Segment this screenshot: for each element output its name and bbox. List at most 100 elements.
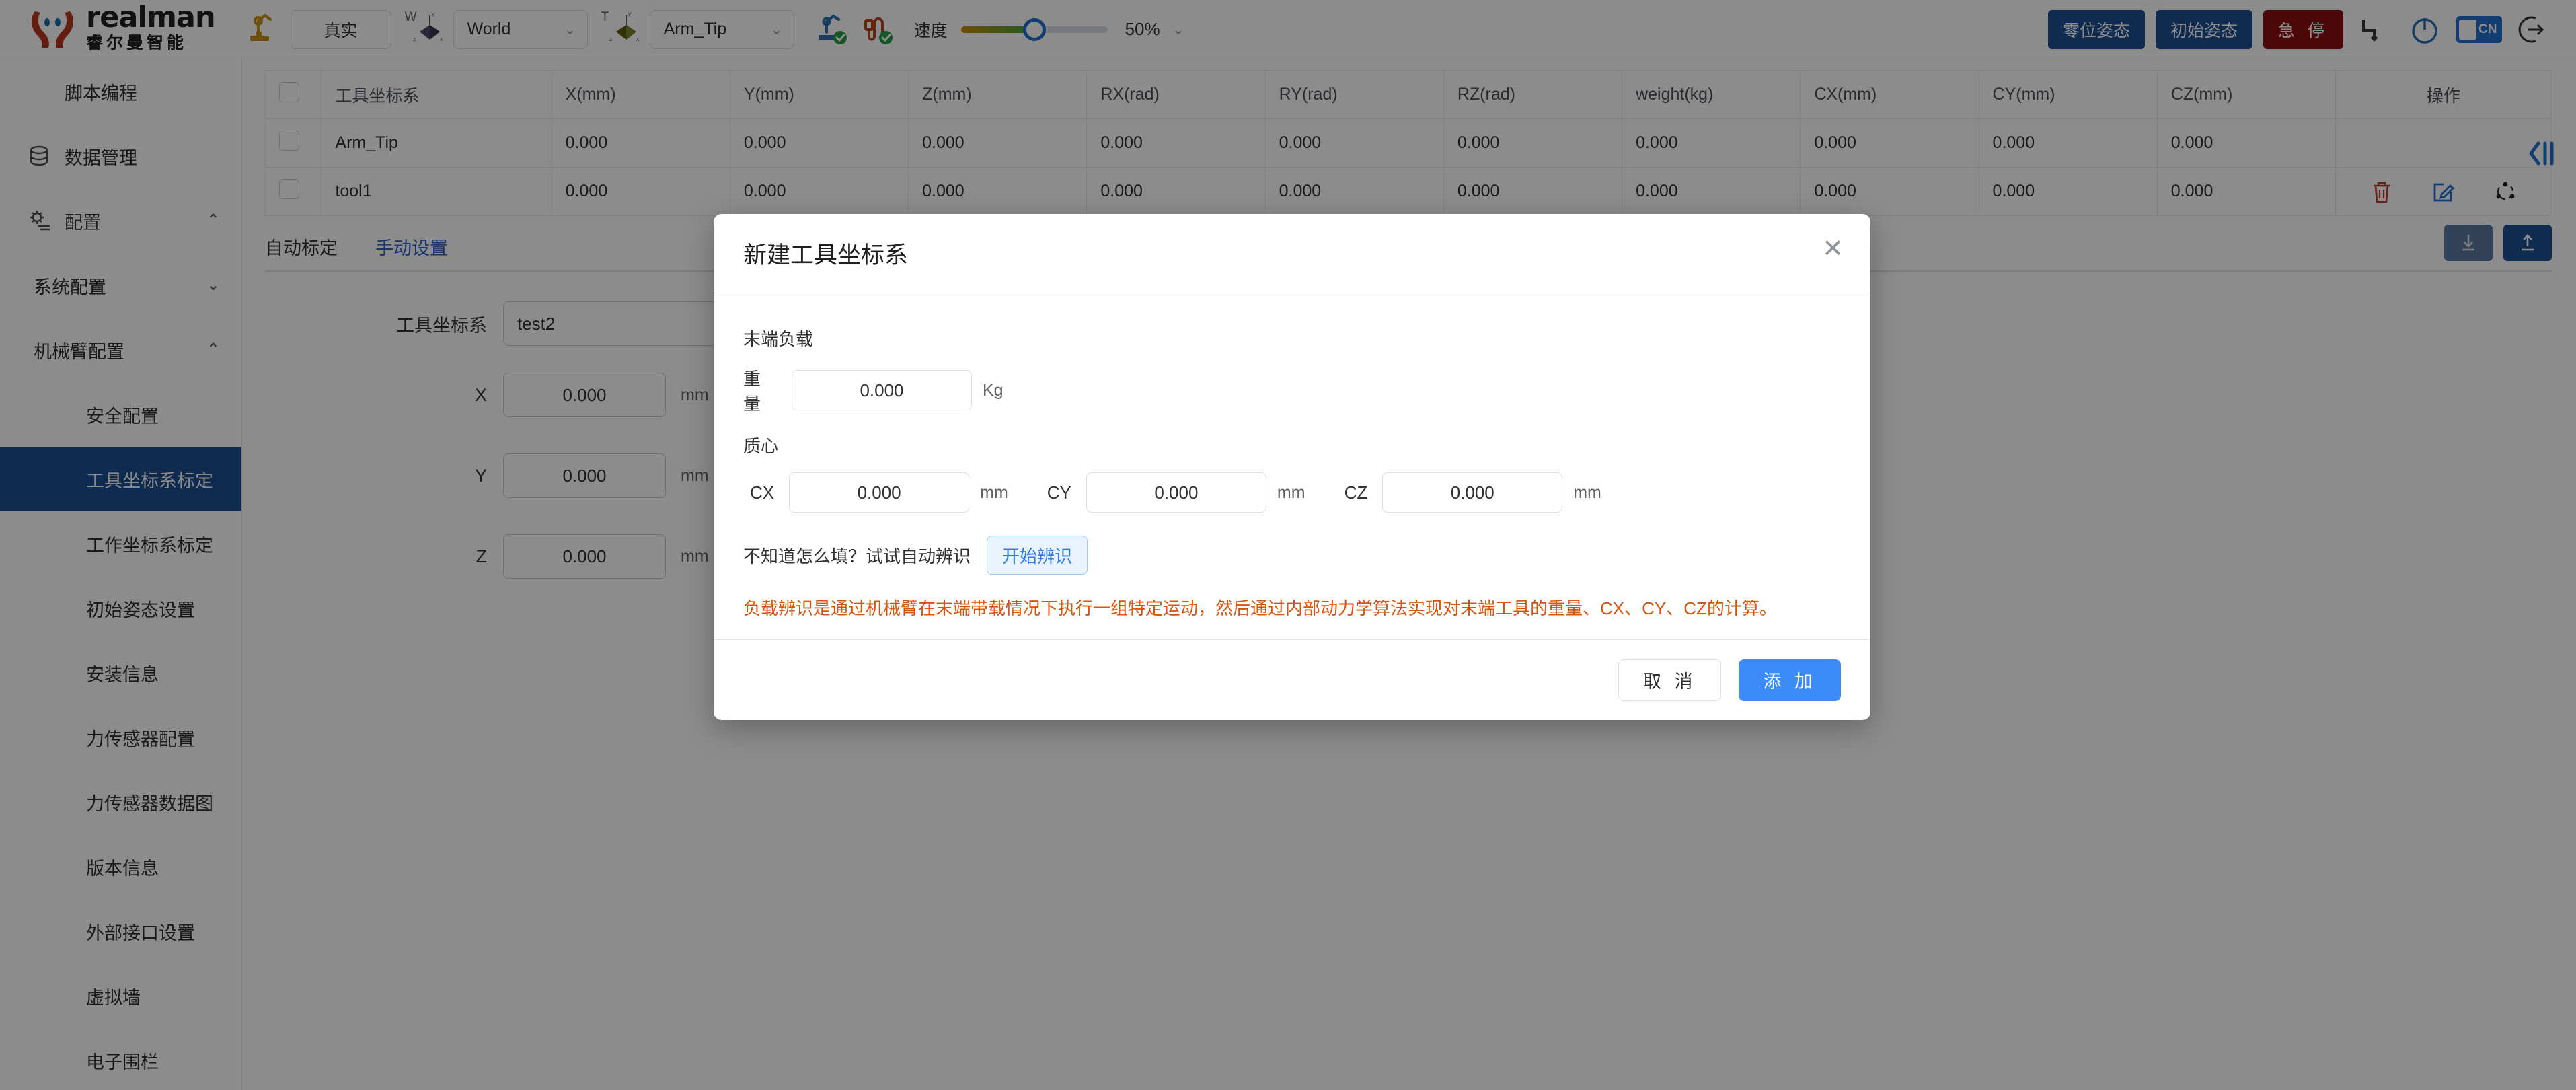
- tool-frame-select[interactable]: Arm_Tip ⌄: [649, 9, 794, 49]
- sync-icon[interactable]: [2494, 180, 2517, 203]
- sidebar-item-9[interactable]: 安装信息: [0, 641, 241, 705]
- centroid-input-CY[interactable]: 0.000: [1086, 472, 1266, 513]
- centroid-input-CX[interactable]: 0.000: [789, 472, 970, 513]
- speed-slider[interactable]: [960, 10, 1108, 49]
- power-icon[interactable]: [2404, 9, 2446, 50]
- value-cell: 0.000: [1622, 118, 1801, 168]
- sidebar-item-8[interactable]: 初始姿态设置: [0, 576, 241, 641]
- download-button[interactable]: [2444, 225, 2493, 261]
- world-frame-value: World: [467, 20, 511, 38]
- app-logo: realman 睿尔曼智能: [28, 3, 216, 55]
- chevron-down-icon: ⌄: [564, 20, 576, 38]
- edit-icon[interactable]: [2432, 180, 2455, 203]
- sidebar-item-1[interactable]: 数据管理: [0, 124, 241, 188]
- value-cell: 0.000: [551, 167, 730, 216]
- world-axis-icon: W Y x z: [405, 9, 449, 50]
- select-all-checkbox[interactable]: [264, 70, 322, 119]
- close-icon[interactable]: ✕: [1822, 235, 1844, 261]
- value-cell: 0.000: [1086, 167, 1266, 216]
- table-header-cell: Y(mm): [729, 70, 909, 119]
- tab-auto-calibration[interactable]: 自动标定: [265, 233, 338, 260]
- value-cell: 0.000: [1622, 167, 1801, 216]
- logout-icon[interactable]: [2511, 9, 2553, 50]
- sidebar-item-label: 版本信息: [86, 858, 159, 879]
- start-identify-button[interactable]: 开始辨识: [987, 536, 1088, 575]
- svg-text:x: x: [440, 36, 443, 42]
- input-Y[interactable]: 0.000: [503, 453, 666, 498]
- checkbox-icon[interactable]: [279, 179, 299, 199]
- sidebar-item-0[interactable]: 脚本编程: [0, 59, 241, 124]
- row-actions-cell: [2335, 167, 2552, 216]
- tool-frame-value: Arm_Tip: [663, 20, 727, 38]
- input-X[interactable]: 0.000: [503, 373, 666, 417]
- table-header-cell: RY(rad): [1264, 70, 1444, 119]
- centroid-field-CZ: CZ 0.000 mm: [1344, 472, 1601, 513]
- payload-section-label: 末端负载: [743, 329, 814, 349]
- svg-text:z: z: [609, 36, 613, 42]
- chevron-up-icon: ⌃: [206, 340, 220, 359]
- table-header-cell: Z(mm): [908, 70, 1088, 119]
- add-button[interactable]: 添 加: [1739, 659, 1841, 701]
- tab-manual-setting[interactable]: 手动设置: [375, 233, 448, 260]
- value-cell: 0.000: [729, 167, 909, 216]
- upload-button[interactable]: [2503, 225, 2552, 261]
- row-checkbox-cell[interactable]: [264, 167, 322, 216]
- sidebar-item-4[interactable]: 机械臂配置 ⌃: [0, 318, 241, 382]
- row-checkbox-cell[interactable]: [264, 118, 322, 168]
- centroid-input-CZ[interactable]: 0.000: [1382, 472, 1563, 513]
- weight-input[interactable]: 0.000: [792, 370, 972, 410]
- field-label-Y: Y: [474, 465, 487, 486]
- value-cell: 0.000: [1800, 167, 1979, 216]
- speed-value: 50%: [1125, 19, 1160, 39]
- slider-thumb[interactable]: [1022, 17, 1046, 41]
- language-toggle[interactable]: CN: [2456, 15, 2502, 43]
- table-header-cell: RZ(rad): [1443, 70, 1623, 119]
- top-toolbar: realman 睿尔曼智能 真实 W Y x z World ⌄ T Y x z…: [0, 0, 2576, 59]
- robot-arm-icon: [245, 10, 277, 49]
- table-row[interactable]: Arm_Tip 0.000 0.000 0.000 0.000 0.000 0.000 0.0…: [264, 118, 2552, 168]
- collapse-panel-icon[interactable]: [2528, 140, 2559, 170]
- svg-text:z: z: [413, 36, 416, 42]
- sidebar-item-13[interactable]: 外部接口设置: [0, 899, 241, 964]
- sidebar-nav: 脚本编程 数据管理 配置 ⌃ 系统配置 ⌄ 机械臂配置 ⌃ 安全配置 工具坐标系标定 工作坐标系标定…: [0, 59, 242, 1090]
- checkbox-icon[interactable]: [279, 82, 299, 102]
- joint-angle-icon[interactable]: [2353, 9, 2394, 50]
- sidebar-item-5[interactable]: 安全配置: [0, 382, 241, 447]
- dialog-body: 末端负载 重量 0.000 Kg 质心 CX 0.000 mm CY 0.000 mm CZ…: [714, 293, 1870, 639]
- cancel-button[interactable]: 取 消: [1618, 659, 1722, 701]
- emergency-stop-button[interactable]: 急 停: [2263, 9, 2343, 49]
- tool-frame-name-cell: Arm_Tip: [321, 118, 552, 168]
- sidebar-item-12[interactable]: 版本信息: [0, 834, 241, 899]
- unit-X: mm: [681, 385, 709, 404]
- chevron-down-icon[interactable]: ⌄: [1172, 22, 1184, 37]
- table-header-cell: 操作: [2335, 70, 2552, 119]
- chevron-down-icon: ⌄: [206, 276, 220, 294]
- table-row[interactable]: tool1 0.000 0.000 0.000 0.000 0.000 0.000 0.000…: [264, 167, 2552, 216]
- sidebar-item-14[interactable]: 虚拟墙: [0, 964, 241, 1028]
- mode-label: 真实: [324, 21, 358, 40]
- identify-warning-text: 负载辨识是通过机械臂在末端带载情况下执行一组特定运动，然后通过内部动力学算法实现…: [743, 598, 1777, 618]
- table-header-cell: RX(rad): [1086, 70, 1266, 119]
- checkbox-icon[interactable]: [279, 131, 299, 151]
- zero-pose-button[interactable]: 零位姿态: [2048, 9, 2146, 49]
- init-pose-button[interactable]: 初始姿态: [2156, 9, 2253, 49]
- sidebar-item-15[interactable]: 电子围栏: [0, 1028, 241, 1090]
- input-Z[interactable]: 0.000: [503, 534, 666, 579]
- sidebar-item-label: 虚拟墙: [86, 987, 141, 1008]
- delete-icon[interactable]: [2370, 180, 2393, 204]
- sidebar-item-6[interactable]: 工具坐标系标定: [0, 447, 241, 511]
- sidebar-item-2[interactable]: 配置 ⌃: [0, 188, 241, 253]
- sidebar-item-3[interactable]: 系统配置 ⌄: [0, 253, 241, 318]
- gear-cloud-icon: [27, 209, 58, 233]
- world-frame-select[interactable]: World ⌄: [453, 9, 588, 49]
- sidebar-item-11[interactable]: 力传感器数据图: [0, 770, 241, 834]
- svg-text:Y: Y: [628, 11, 632, 18]
- table-header-cell: CY(mm): [1978, 70, 2158, 119]
- centroid-label-CY: CY: [1047, 482, 1071, 503]
- table-header-cell: CX(mm): [1800, 70, 1979, 119]
- sidebar-item-7[interactable]: 工作坐标系标定: [0, 511, 241, 576]
- mode-button[interactable]: 真实: [290, 9, 391, 49]
- sidebar-item-10[interactable]: 力传感器配置: [0, 705, 241, 770]
- table-header-cell: 工具坐标系: [321, 70, 552, 119]
- value-cell: 0.000: [1264, 167, 1444, 216]
